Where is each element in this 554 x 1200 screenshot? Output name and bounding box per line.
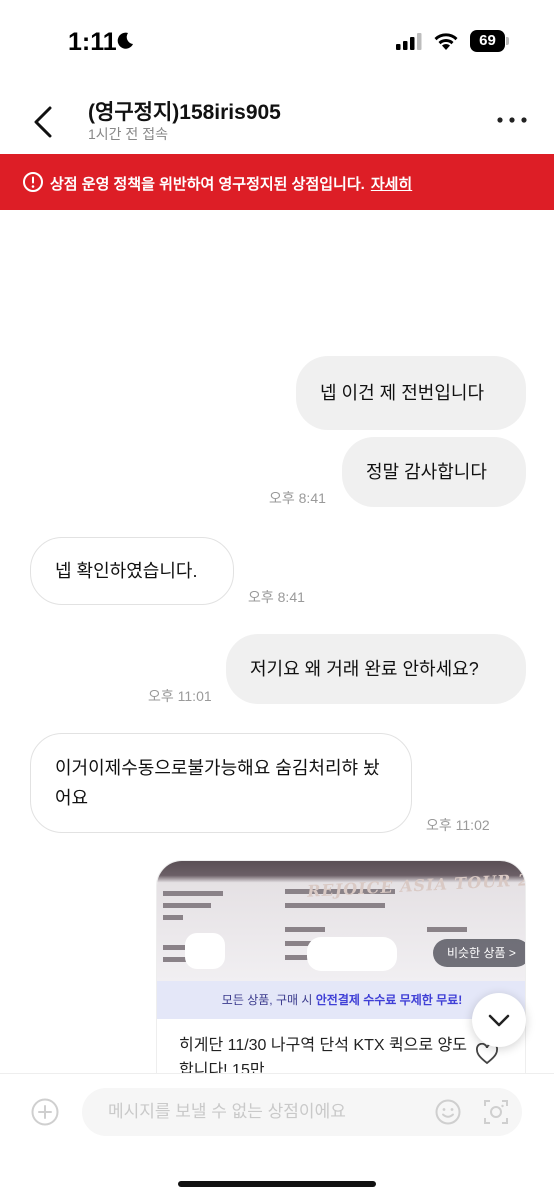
message-bubble-sent: 정말 감사합니다: [342, 437, 526, 507]
promo-bar: 모든 상품, 구매 시 안전결제 수수료 무제한 무료!: [157, 981, 525, 1019]
shop-name: (영구정지)158iris905: [88, 101, 281, 124]
status-bar: 1:11 69: [0, 0, 554, 84]
banner-text: 상점 운영 정책을 위반하여 영구정지된 상점입니다.: [50, 176, 365, 193]
message-text: 정말 감사합니다: [366, 462, 487, 482]
scroll-to-bottom-button[interactable]: [472, 993, 526, 1047]
emoji-icon[interactable]: [434, 1098, 462, 1126]
chat-header: (영구정지)158iris905 1시간 전 접속: [0, 84, 554, 154]
message-time: 오후 11:02: [426, 817, 490, 833]
status-time: 1:11: [68, 28, 117, 56]
message-bubble-sent: 넵 이건 제 전번입니다: [296, 356, 526, 430]
message-time: 오후 8:41: [269, 490, 326, 506]
plus-icon[interactable]: [30, 1097, 60, 1127]
home-indicator: [178, 1181, 376, 1187]
product-image: REJOICE ASIA TOUR 2024 비슷한 상품 >: [157, 861, 525, 981]
battery-level: 69: [470, 30, 505, 52]
product-description: 히게단 11/30 나구역 단석 KTX 퀵으로 양도합니다! 15만: [179, 1037, 468, 1076]
message-text: 넵 이건 제 전번입니다: [320, 383, 485, 403]
wifi-icon: [434, 33, 458, 50]
battery-indicator: 69: [470, 30, 510, 52]
promo-prefix: 모든 상품, 구매 시: [221, 993, 316, 1007]
message-bubble-sent: 저기요 왜 거래 완료 안하세요?: [226, 634, 526, 704]
promo-highlight: 안전결제 수수료 무제한 무료!: [315, 993, 463, 1007]
moon-icon: [117, 32, 133, 49]
product-card[interactable]: REJOICE ASIA TOUR 2024 비슷한 상품 > 모든 상품, 구…: [156, 860, 526, 1076]
message-bubble-received: 넵 확인하였습니다.: [30, 537, 234, 605]
message-time: 오후 8:41: [248, 589, 305, 605]
back-arrow-icon[interactable]: [24, 102, 64, 142]
more-options-icon[interactable]: [492, 108, 532, 132]
message-text: 이거이제수동으로불가능해요 숨김처리햐 놨어요: [55, 758, 380, 808]
chevron-down-icon: [488, 1014, 510, 1027]
warning-icon: [23, 172, 43, 192]
message-text: 넵 확인하였습니다.: [55, 561, 198, 581]
message-bubble-received: 이거이제수동으로불가능해요 숨김처리햐 놨어요: [30, 733, 412, 833]
banner-details-link[interactable]: 자세히: [371, 176, 412, 193]
message-text: 저기요 왜 거래 완료 안하세요?: [250, 659, 479, 679]
signal-icon: [396, 33, 422, 50]
last-seen-status: 1시간 전 접속: [88, 126, 168, 142]
banner-message: 상점 운영 정책을 위반하여 영구정지된 상점입니다. 자세히: [50, 173, 412, 194]
similar-items-button[interactable]: 비슷한 상품 >: [433, 939, 525, 967]
camera-icon[interactable]: [482, 1098, 510, 1126]
message-time: 오후 11:01: [148, 688, 212, 704]
